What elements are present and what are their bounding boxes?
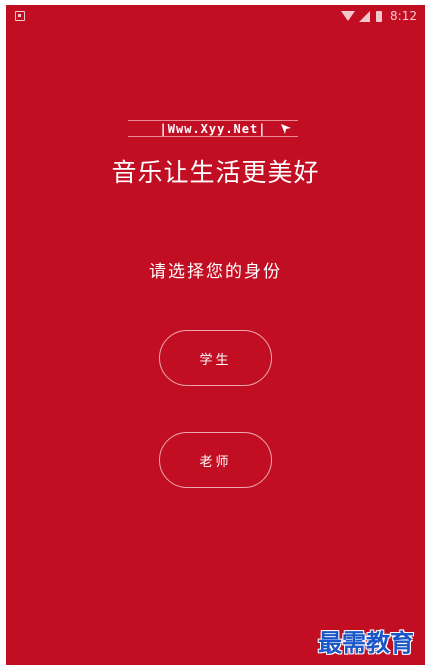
signal-icon	[359, 10, 371, 22]
teacher-button[interactable]: 老师	[159, 432, 272, 488]
status-time: 8:12	[390, 9, 417, 23]
brand-logo: 最需教育	[318, 628, 414, 657]
status-bar: 8:12	[6, 5, 425, 29]
url-watermark: |Www.Xyy.Net|	[128, 120, 298, 137]
wifi-icon	[341, 11, 356, 21]
app-slogan: 音乐让生活更美好	[111, 158, 320, 187]
notification-icon	[15, 11, 25, 21]
student-button[interactable]: 学生	[159, 330, 272, 386]
role-prompt: 请选择您的身份	[149, 262, 282, 282]
cursor-icon	[281, 124, 291, 134]
app-screen: 8:12 |Www.Xyy.Net| 音乐让生活更美好 请选择您的身份 学生 老…	[6, 5, 425, 665]
status-icons: 8:12	[341, 9, 417, 23]
battery-icon	[376, 10, 383, 22]
